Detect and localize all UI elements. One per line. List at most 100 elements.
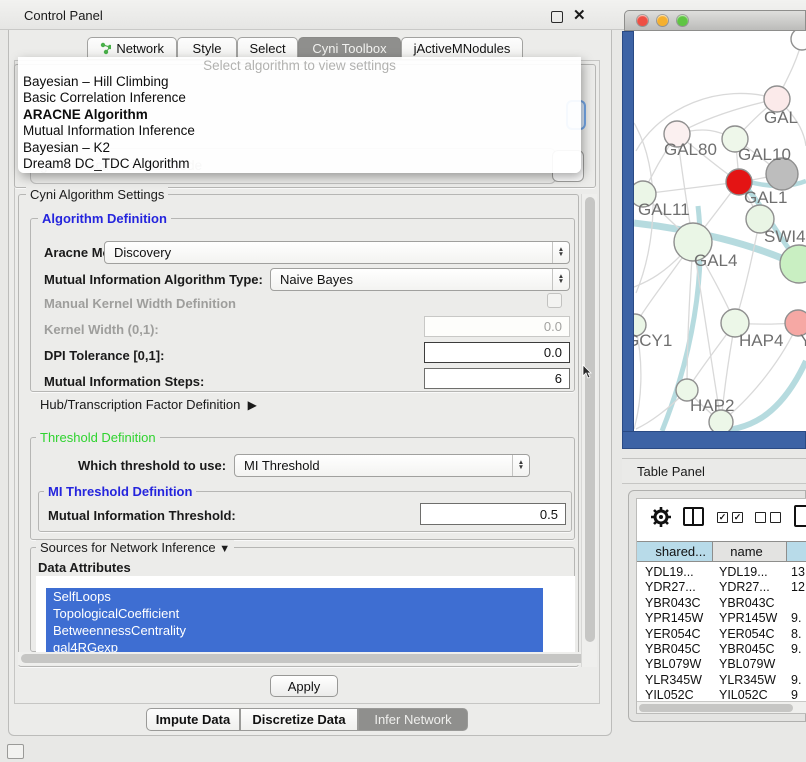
tab-label: jActiveMNodules: [414, 41, 511, 56]
combo-stepper-icon: ▲▼: [552, 242, 569, 263]
checkbox-unchecked-icon[interactable]: [755, 512, 766, 523]
which-threshold-select[interactable]: MI Threshold ▲▼: [234, 454, 530, 477]
data-attributes-label: Data Attributes: [38, 560, 131, 575]
node-label: GAL1: [744, 188, 787, 207]
column-header[interactable]: [787, 541, 806, 562]
node-label: Y: [800, 331, 806, 350]
settings-hscrollbar[interactable]: [18, 652, 592, 665]
settings-vscrollbar[interactable]: [581, 194, 597, 667]
bottom-tab-infer-network[interactable]: Infer Network: [358, 708, 468, 731]
zoom-window-icon[interactable]: [677, 15, 688, 26]
node-label: HAP2: [690, 396, 734, 415]
node-label: GAL: [764, 108, 798, 127]
dropdown-prompt: Select algorithm to view settings: [18, 57, 581, 74]
sources-legend-toggle[interactable]: Sources for Network Inference ▼: [36, 540, 234, 555]
node-label: GAL10: [738, 145, 791, 164]
table-row[interactable]: YLR345WYLR345W9.: [637, 673, 806, 688]
hub-definition-toggle[interactable]: Hub/Transcription Factor Definition ▶: [40, 397, 257, 412]
mi-type-select[interactable]: Naive Bayes ▲▼: [270, 268, 570, 291]
bottom-tab-impute-data[interactable]: Impute Data: [146, 708, 240, 731]
algorithm-definition-legend: Algorithm Definition: [38, 211, 171, 226]
table-row[interactable]: YBR043CYBR043C: [637, 596, 806, 611]
dropdown-item[interactable]: ARACNE Algorithm: [18, 107, 581, 123]
gear-icon[interactable]: [649, 505, 673, 529]
table-cell: YDL19...: [637, 565, 713, 580]
checkbox-unchecked-icon[interactable]: [770, 512, 781, 523]
panel-partial-icon[interactable]: [794, 505, 806, 527]
aracne-mode-value: Discovery: [114, 245, 171, 260]
tab-label: Select: [249, 41, 285, 56]
dropdown-item[interactable]: Bayesian – K2: [18, 140, 581, 156]
network-frame-bottom: [622, 431, 806, 449]
dpi-tolerance-field[interactable]: 0.0: [424, 342, 570, 363]
attribute-list-item[interactable]: gal4RGexp: [46, 639, 543, 652]
mi-steps-label: Mutual Information Steps:: [44, 374, 204, 389]
network-window-titlebar[interactable]: [624, 10, 806, 31]
tab-label: Cyni Toolbox: [312, 41, 386, 56]
mi-threshold-label: Mutual Information Threshold:: [48, 508, 236, 523]
threshold-definition-legend: Threshold Definition: [36, 430, 160, 445]
mi-steps-field[interactable]: 6: [424, 368, 570, 389]
bottom-tab-discretize-data[interactable]: Discretize Data: [240, 708, 358, 731]
dropdown-item[interactable]: Bayesian – Hill Climbing: [18, 74, 581, 90]
table-panel-inner: ✓ ✓ shared...name YDL19...YDL19...13YDR2…: [636, 498, 806, 714]
apply-button[interactable]: Apply: [270, 675, 338, 697]
table-cell: YDR27...: [713, 580, 787, 595]
aracne-mode-select[interactable]: Discovery ▲▼: [104, 241, 570, 264]
kernel-width-label: Kernel Width (0,1):: [44, 322, 159, 337]
checkbox-checked-icon[interactable]: ✓: [732, 512, 743, 523]
table-row[interactable]: YPR145WYPR145W9.: [637, 611, 806, 626]
table-row[interactable]: YBL079WYBL079W: [637, 657, 806, 672]
kernel-width-field[interactable]: 0.0: [424, 316, 570, 337]
minimize-window-icon[interactable]: [657, 15, 668, 26]
network-graph: GALGAL80GAL10GAL1GAL11SWI4GAL4GCY1HAP4YH…: [634, 31, 806, 431]
attribute-list-item[interactable]: TopologicalCoefficient: [46, 605, 543, 622]
table-cell: [787, 596, 806, 611]
attribute-list-item[interactable]: SelfLoops: [46, 588, 543, 605]
combo-stepper-icon: ▲▼: [552, 269, 569, 290]
table-cell: YLR345W: [713, 673, 787, 688]
node-label: GAL80: [664, 140, 717, 159]
table-row[interactable]: YDL19...YDL19...13: [637, 565, 806, 580]
dropdown-item[interactable]: Mutual Information Inference: [18, 123, 581, 139]
table-row[interactable]: YBR045CYBR045C9.: [637, 642, 806, 657]
table-hscrollbar[interactable]: [637, 701, 806, 713]
mi-threshold-field[interactable]: 0.5: [420, 503, 566, 525]
manual-kernel-checkbox[interactable]: [547, 293, 562, 308]
table-cell: YER054C: [637, 627, 713, 642]
chevron-down-icon: ▼: [219, 543, 230, 555]
node-label: GCY1: [634, 331, 672, 350]
network-edge[interactable]: [643, 182, 739, 194]
table-panel-title: Table Panel: [637, 464, 705, 479]
column-header-shared[interactable]: shared...: [637, 541, 713, 562]
float-panel-icon[interactable]: [551, 11, 563, 23]
split-columns-icon[interactable]: [683, 507, 704, 526]
table-cell: 8.: [787, 627, 806, 642]
attribute-list: SelfLoopsTopologicalCoefficientBetweenne…: [46, 588, 543, 652]
network-node[interactable]: [780, 245, 806, 283]
table-cell: YBR043C: [637, 596, 713, 611]
close-window-icon[interactable]: [637, 15, 648, 26]
minimized-panel-icon[interactable]: [7, 744, 24, 759]
network-node[interactable]: [791, 31, 806, 50]
network-canvas[interactable]: GALGAL80GAL10GAL1GAL11SWI4GAL4GCY1HAP4YH…: [634, 31, 806, 431]
dropdown-item[interactable]: Dream8 DC_TDC Algorithm: [18, 156, 581, 172]
dpi-tolerance-label: DPI Tolerance [0,1]:: [44, 348, 164, 363]
checkbox-checked-icon[interactable]: ✓: [717, 512, 728, 523]
network-edge[interactable]: [735, 219, 760, 323]
close-panel-icon[interactable]: ✕: [573, 6, 586, 24]
column-header-name[interactable]: name: [713, 541, 787, 562]
manual-kernel-label: Manual Kernel Width Definition: [44, 296, 236, 311]
hub-definition-label: Hub/Transcription Factor Definition: [40, 397, 240, 412]
table-cell: YDR27...: [637, 580, 713, 595]
table-header: shared...name: [637, 541, 806, 562]
dropdown-item[interactable]: Basic Correlation Inference: [18, 90, 581, 106]
table-cell: 12: [787, 580, 806, 595]
table-row[interactable]: YDR27...YDR27...12: [637, 580, 806, 595]
network-frame-left: [622, 31, 634, 449]
attribute-list-item[interactable]: BetweennessCentrality: [46, 622, 543, 639]
table-cell: YBR043C: [713, 596, 787, 611]
table-cell: [787, 657, 806, 672]
network-icon: [100, 42, 111, 55]
table-row[interactable]: YER054CYER054C8.: [637, 627, 806, 642]
